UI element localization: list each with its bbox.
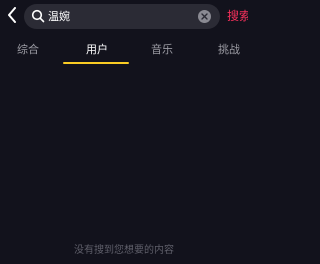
search-screen: 搜索 综合 用户 音乐 挑战 没有搜到您想要的内容 [0, 0, 248, 264]
tab-users[interactable]: 用户 [86, 42, 108, 58]
empty-results-message: 没有搜到您想要的内容 [74, 245, 174, 256]
active-tab-indicator [63, 62, 129, 64]
chevron-left-icon [8, 7, 16, 23]
tab-challenges[interactable]: 挑战 [218, 42, 240, 58]
close-icon [201, 13, 208, 20]
search-icon [31, 9, 45, 23]
search-button[interactable]: 搜索 [227, 9, 248, 24]
search-bar[interactable] [24, 4, 220, 29]
search-input[interactable] [48, 4, 188, 29]
clear-search-button[interactable] [198, 10, 211, 23]
tab-music[interactable]: 音乐 [151, 42, 173, 58]
tab-general[interactable]: 综合 [17, 42, 39, 58]
back-button[interactable] [4, 5, 20, 25]
